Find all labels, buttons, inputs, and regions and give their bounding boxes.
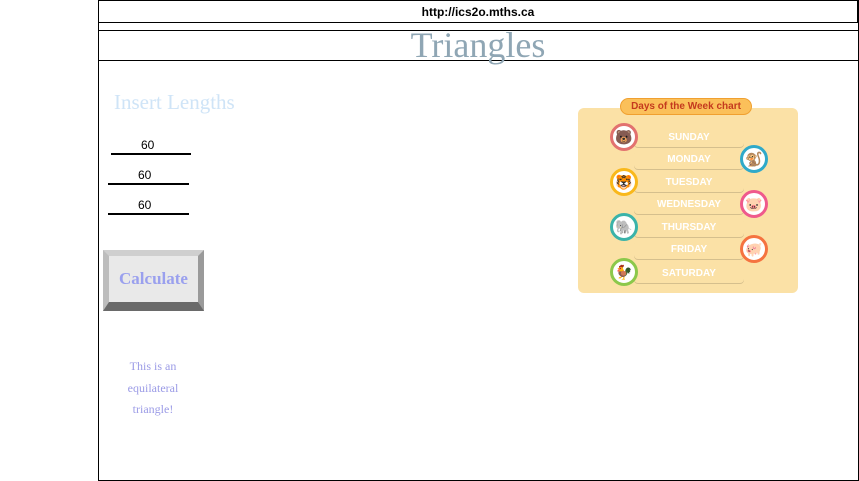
- side-c-input[interactable]: [108, 197, 189, 215]
- result-line: This is an: [129, 359, 177, 373]
- pig-icon: 🐷: [740, 190, 768, 218]
- day-thursday: THURSDAY: [634, 218, 744, 237]
- days-of-week-chart-image: Days of the Week chart SUNDAY MONDAY TUE…: [578, 96, 798, 293]
- page-title: Triangles: [410, 25, 546, 65]
- result-line: triangle!: [132, 402, 174, 416]
- result-text: This is an equilateral triangle!: [118, 356, 188, 421]
- pig-icon: 🐖: [740, 235, 768, 263]
- calculate-button[interactable]: Calculate: [103, 250, 204, 311]
- bear-icon: 🐻: [610, 123, 638, 151]
- insert-lengths-heading: Insert Lengths: [114, 90, 235, 114]
- day-friday: FRIDAY: [634, 240, 744, 259]
- rooster-icon: 🐓: [610, 258, 638, 286]
- day-sunday: SUNDAY: [634, 128, 744, 147]
- day-monday: MONDAY: [634, 150, 744, 169]
- side-a-input[interactable]: [111, 137, 191, 155]
- day-wednesday: WEDNESDAY: [634, 195, 744, 214]
- chart-title: Days of the Week chart: [620, 98, 752, 115]
- day-tuesday: TUESDAY: [634, 173, 744, 192]
- result-line: equilateral: [127, 380, 179, 395]
- monkey-icon: 🐒: [740, 145, 768, 173]
- url-bar: http://ics2o.mths.ca: [98, 0, 858, 23]
- day-saturday: SATURDAY: [634, 264, 744, 283]
- elephant-icon: 🐘: [610, 213, 638, 241]
- side-b-input[interactable]: [108, 167, 189, 185]
- tiger-icon: 🐯: [610, 168, 638, 196]
